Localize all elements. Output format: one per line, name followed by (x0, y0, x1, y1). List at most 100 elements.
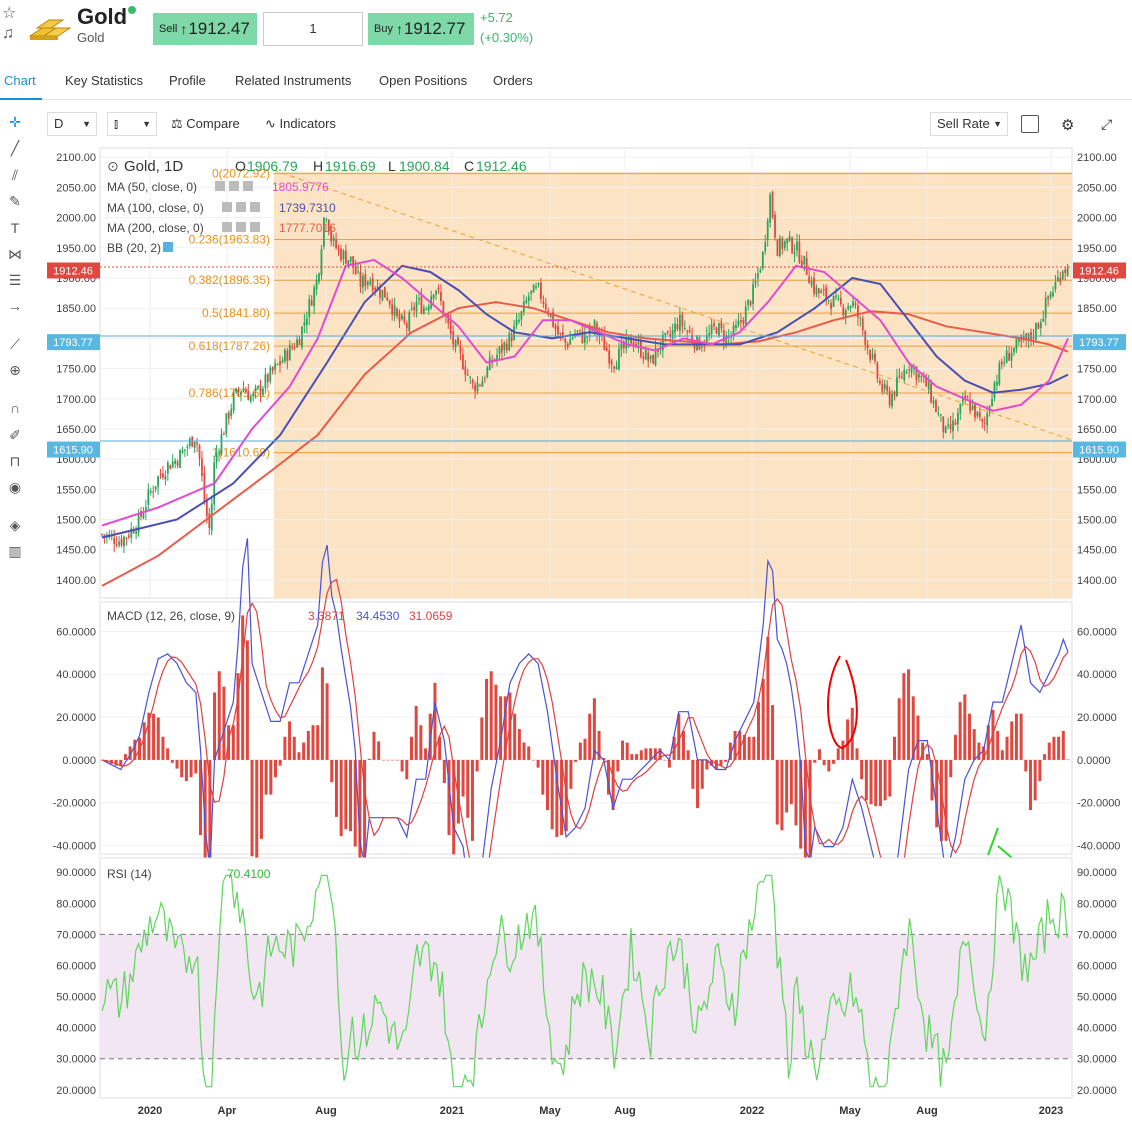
tab-related-instruments[interactable]: Related Instruments (235, 73, 351, 88)
timeframe-select[interactable]: D ▼ (47, 112, 97, 136)
crosshair-icon[interactable]: ✛ (6, 114, 24, 131)
macd-histogram-bar (789, 759, 793, 805)
time-tick-label: 2021 (440, 1105, 464, 1117)
ma50-settings-icon[interactable] (215, 181, 225, 191)
macd-histogram-bar (860, 759, 864, 780)
rsi-label: RSI (14) (107, 867, 152, 881)
time-tick-label: 2022 (740, 1105, 764, 1117)
macd-histogram-bar (747, 736, 751, 760)
ma200-gear-icon[interactable] (236, 222, 246, 232)
candle-body (954, 422, 957, 425)
candle-body (613, 366, 615, 369)
time-axis: 2020 Apr Aug 2021 May Aug 2022 May Aug 2023 (138, 1105, 1063, 1117)
candle-body (242, 388, 245, 392)
ma100-settings-icon[interactable] (222, 202, 232, 212)
candle-body (325, 218, 328, 220)
quantity-input[interactable]: 1 (263, 12, 363, 46)
macd-histogram-bar (419, 725, 423, 760)
tab-orders[interactable]: Orders (493, 73, 533, 88)
candle-body (201, 458, 203, 476)
legend-low-label: L (388, 158, 396, 174)
candle-body (525, 300, 528, 303)
ma100-close-icon[interactable] (250, 202, 260, 212)
candle-body (476, 382, 479, 392)
ma50-close-icon[interactable] (243, 181, 253, 191)
candle-body (347, 260, 350, 265)
buy-button[interactable]: Buy ↑ 1912.77 (368, 13, 474, 45)
candle-body (184, 449, 186, 451)
caret-down-icon: ▼ (142, 119, 151, 129)
macd-histogram-bar (400, 759, 404, 772)
macd-histogram-bar (274, 759, 278, 778)
ma200-close-icon[interactable] (250, 222, 260, 232)
ma100-value: 1739.7310 (279, 201, 336, 215)
candle-body (927, 381, 930, 390)
candle-body (537, 283, 540, 285)
chart-type-select[interactable]: ⫾ ▼ (107, 112, 157, 136)
price-tick-label: 1400.00 (56, 575, 96, 587)
sell-label: Sell (159, 23, 178, 35)
candle-body (291, 346, 294, 348)
bb-visible-icon[interactable] (163, 242, 173, 252)
candle-body (1042, 318, 1045, 323)
candle-body (427, 305, 430, 311)
compare-button[interactable]: ⚖ Compare (171, 116, 240, 132)
candle-body (903, 370, 906, 381)
indicators-button[interactable]: ∿ Indicators (265, 116, 336, 132)
candle-body (405, 323, 408, 329)
candle-body (778, 237, 781, 256)
candle-body (888, 391, 891, 406)
settings-gear-icon[interactable]: ⚙ (1061, 116, 1074, 134)
macd-histogram-bar (1047, 742, 1051, 760)
legend-collapse-icon[interactable]: ⊙ (107, 158, 119, 174)
candle-body (966, 397, 969, 399)
tab-chart[interactable]: Chart (4, 73, 36, 88)
candle-body (1000, 361, 1003, 365)
price-chart[interactable]: 0(2072.92)0.236(1963.83)0.382(1896.35)0.… (0, 140, 1132, 1125)
macd-histogram-bar (292, 736, 296, 760)
candle-body (247, 391, 250, 401)
candle-body (1061, 271, 1064, 280)
sell-button[interactable]: Sell ↑ 1912.47 (153, 13, 257, 45)
rate-select[interactable]: Sell Rate ▼ (930, 112, 1008, 136)
candle-body (162, 473, 164, 478)
tab-open-positions[interactable]: Open Positions (379, 73, 467, 88)
macd-histogram-bar (1010, 721, 1014, 760)
fullscreen-icon[interactable]: ⤢ (1101, 116, 1112, 133)
price-tick-label: 1550.00 (56, 484, 96, 496)
candle-body (225, 413, 228, 434)
macd-histogram-bar (213, 692, 217, 760)
candle-body (515, 319, 518, 326)
macd-histogram-bar (569, 759, 573, 789)
macd-histogram-bar (184, 759, 188, 782)
ma100-gear-icon[interactable] (236, 202, 246, 212)
candle-body (205, 500, 208, 517)
tab-profile[interactable]: Profile (169, 73, 206, 88)
candle-body (471, 379, 474, 384)
macd-histogram-bar (156, 717, 160, 760)
macd-histogram-bar (696, 759, 700, 809)
candle-body (362, 275, 364, 288)
ma200-settings-icon[interactable] (222, 222, 232, 232)
candle-body (942, 416, 945, 432)
price-axis-left: 2100.002050.002000.001950.001900.001850.… (56, 152, 96, 587)
bell-icon[interactable]: ♫ (2, 24, 22, 44)
indicators-icon: ∿ (265, 116, 276, 131)
macd-histogram-bar (297, 752, 301, 760)
candle-body (232, 392, 235, 411)
candle-body (791, 237, 793, 253)
macd-histogram-bar (832, 759, 836, 764)
candle-body (357, 271, 359, 273)
price-badge-label: 1615.90 (53, 445, 93, 457)
screenshot-icon[interactable] (1021, 115, 1039, 133)
candle-body (849, 306, 852, 309)
ma200-label: MA (200, close, 0) (107, 221, 204, 235)
candle-body (244, 390, 247, 393)
candle-body (893, 391, 896, 396)
macd-histogram-bar (794, 759, 798, 826)
ma50-gear-icon[interactable] (229, 181, 239, 191)
candle-body (974, 404, 976, 418)
star-icon[interactable]: ☆ (2, 4, 22, 24)
tab-key-statistics[interactable]: Key Statistics (65, 73, 143, 88)
macd-histogram-bar (123, 754, 127, 760)
